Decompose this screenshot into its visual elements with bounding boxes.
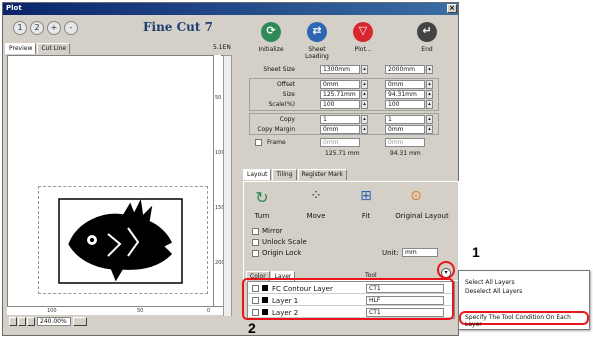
sheet-height-field[interactable]: 2000mm (385, 65, 425, 74)
close-button[interactable]: × (447, 4, 457, 13)
layout-parameters: Sheet Size 1300mm ▴ 2000mm ▴ Offset 0mm … (245, 55, 459, 159)
unit-select[interactable]: mm (402, 248, 438, 257)
zoom-out-button[interactable]: - (64, 21, 78, 35)
app-logo: Fine Cut 7 (143, 20, 213, 34)
vertical-ruler: 50 100 150 200 (213, 55, 225, 307)
tab-register-mark[interactable]: Register Mark (297, 169, 347, 180)
fit-label: Fit (361, 212, 371, 220)
zoom-1-button[interactable]: 1 (13, 21, 27, 35)
copy-margin-x-stepper[interactable]: ▴ (361, 125, 368, 134)
menu-item-tool-condition[interactable]: Specify The Tool Condition On Each Layer (465, 314, 589, 328)
sheet-loading-icon[interactable]: ⇄ (307, 22, 327, 42)
turn-label: Turn (254, 212, 270, 220)
frame-checkbox[interactable] (255, 139, 262, 146)
copy-margin-y-field[interactable]: 0mm (385, 125, 425, 134)
vertical-scrollbar[interactable] (223, 55, 232, 317)
total-height: 94.31 mm (390, 150, 421, 157)
size-height-stepper[interactable]: ▴ (426, 90, 433, 99)
original-layout-icon[interactable]: ⊙ (406, 188, 426, 208)
version-label: 5.1EN (213, 44, 231, 51)
offset-y-field[interactable]: 0mm (385, 80, 425, 89)
zoom-in-button[interactable]: + (47, 21, 61, 35)
preview-canvas[interactable] (7, 55, 227, 307)
copy-x-field[interactable]: 1 (320, 115, 360, 124)
offset-y-stepper[interactable]: ▴ (426, 80, 433, 89)
menu-button-highlight (437, 261, 455, 279)
plot-icon[interactable]: ▽ (353, 22, 373, 42)
move-label: Move (306, 212, 326, 220)
grid-icon[interactable] (18, 317, 26, 326)
move-icon[interactable]: ⁘ (306, 188, 326, 208)
menu-item-deselect-all[interactable]: Deselect All Layers (465, 288, 522, 295)
original-layout-label: Original Layout (395, 212, 449, 220)
offset-x-stepper[interactable]: ▴ (361, 80, 368, 89)
offset-x-field[interactable]: 0mm (320, 80, 360, 89)
menu-item-select-all[interactable]: Select All Layers (465, 279, 515, 286)
tab-preview[interactable]: Preview (5, 43, 37, 54)
sheet-height-stepper[interactable]: ▴ (426, 65, 433, 74)
end-icon[interactable]: ↵ (417, 22, 437, 42)
layout-tabs: Layout Tiling Register Mark (243, 169, 348, 180)
copy-y-stepper[interactable]: ▴ (426, 115, 433, 124)
copy-y-field[interactable]: 1 (385, 115, 425, 124)
frame-x-field[interactable]: 0mm (320, 138, 360, 147)
unlock-scale-checkbox[interactable] (252, 239, 259, 246)
zoom-2-button[interactable]: 2 (30, 21, 44, 35)
view-tabs: Preview Cut Line (5, 43, 71, 54)
tab-layout[interactable]: Layout (243, 169, 272, 180)
layer-context-menu: Select All Layers Deselect All Layers Sp… (458, 270, 590, 330)
copy-margin-y-stepper[interactable]: ▴ (426, 125, 433, 134)
tab-cut-line[interactable]: Cut Line (37, 43, 71, 54)
annotation-2: 2 (248, 320, 256, 336)
initialize-label: Initialize (258, 46, 284, 53)
plot-label: Plot... (354, 46, 372, 53)
annotation-1: 1 (472, 244, 480, 260)
scale-x-field[interactable]: 100 (320, 100, 360, 109)
sheet-width-field[interactable]: 1300mm (320, 65, 360, 74)
fish-artwork (58, 198, 183, 284)
hand-icon[interactable] (27, 317, 35, 326)
copy-x-stepper[interactable]: ▴ (361, 115, 368, 124)
status-bar: 240.00% (7, 316, 233, 328)
refresh-icon[interactable]: ⟳ (261, 22, 281, 42)
mirror-checkbox[interactable] (252, 228, 259, 235)
view-icon[interactable] (9, 317, 17, 326)
layer-table-highlight (242, 278, 454, 320)
zoom-stepper[interactable] (73, 317, 87, 326)
window-title: Plot (6, 4, 22, 12)
origin-lock-checkbox[interactable] (252, 250, 259, 257)
end-label: End (421, 46, 433, 53)
horizontal-ruler: 100 50 0 (7, 306, 223, 315)
turn-icon[interactable]: ↻ (252, 188, 272, 208)
frame-y-field[interactable]: 0mm (385, 138, 425, 147)
scale-y-field[interactable]: 100 (385, 100, 425, 109)
scale-y-stepper[interactable]: ▴ (426, 100, 433, 109)
total-width: 125.71 mm (325, 150, 360, 157)
size-width-field[interactable]: 125.71mm (320, 90, 360, 99)
size-height-field[interactable]: 94.31mm (385, 90, 425, 99)
layout-panel: ↻ ⁘ ⊞ ⊙ Turn Move Fit Original Layout Mi… (243, 181, 459, 281)
scale-x-stepper[interactable]: ▴ (361, 100, 368, 109)
size-width-stepper[interactable]: ▴ (361, 90, 368, 99)
fit-icon[interactable]: ⊞ (356, 188, 376, 208)
tab-tiling[interactable]: Tiling (272, 169, 297, 180)
copy-margin-x-field[interactable]: 0mm (320, 125, 360, 134)
sheet-width-stepper[interactable]: ▴ (361, 65, 368, 74)
title-bar: Plot × (3, 3, 458, 15)
zoom-field[interactable]: 240.00% (37, 317, 71, 326)
